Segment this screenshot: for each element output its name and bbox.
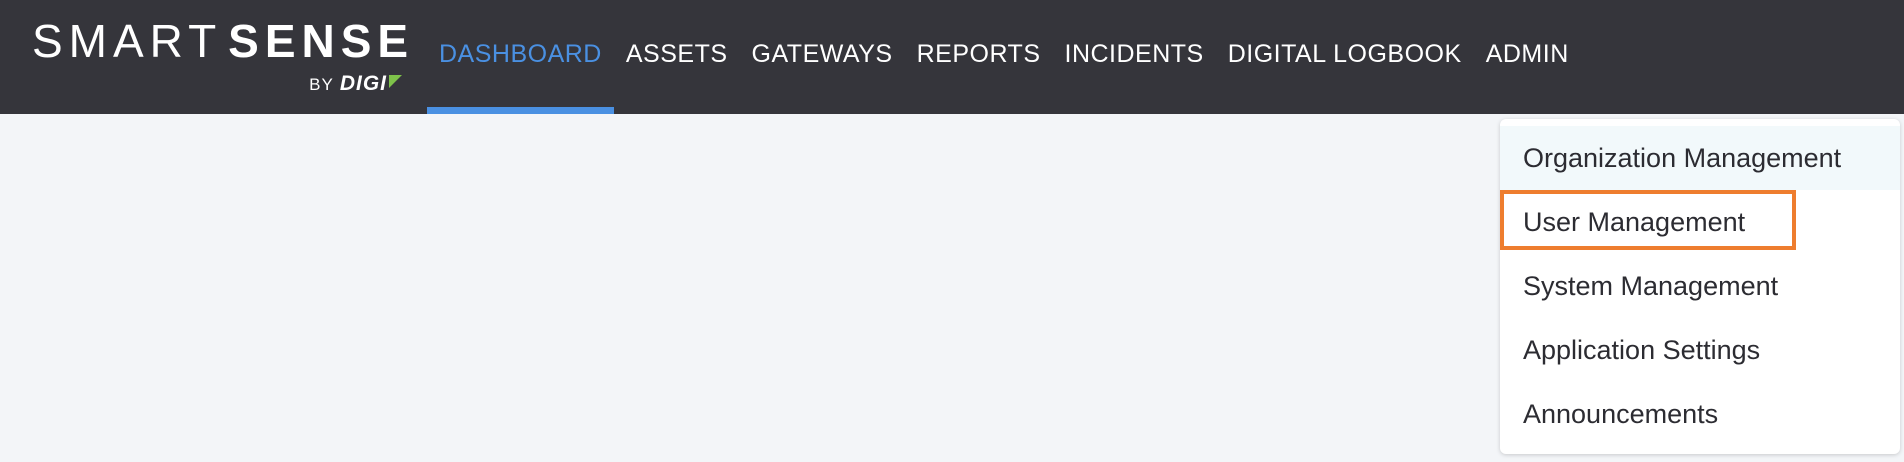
nav-item-admin[interactable]: ADMIN — [1474, 0, 1581, 108]
main-nav: DASHBOARD ASSETS GATEWAYS REPORTS INCIDE… — [427, 0, 1581, 114]
nav-item-gateways[interactable]: GATEWAYS — [740, 0, 905, 108]
logo-smart-text: SMART — [32, 15, 223, 67]
menu-item-announcements[interactable]: Announcements — [1500, 382, 1900, 446]
nav-item-dashboard[interactable]: DASHBOARD — [427, 0, 614, 114]
nav-item-label: ASSETS — [625, 39, 728, 68]
logo-digi-text: DIGI — [339, 72, 387, 95]
nav-item-label: ADMIN — [1485, 39, 1569, 68]
logo-by-text: BY — [309, 75, 334, 94]
menu-item-organization-management[interactable]: Organization Management — [1500, 126, 1900, 190]
nav-item-label: GATEWAYS — [751, 39, 893, 68]
smartsense-logo[interactable]: SMART SENSE BY DIGI — [32, 14, 408, 104]
nav-item-digital-logbook[interactable]: DIGITAL LOGBOOK — [1216, 0, 1474, 108]
nav-item-label: REPORTS — [916, 39, 1041, 68]
logo-by-digi: BY DIGI — [309, 72, 402, 96]
menu-item-application-settings[interactable]: Application Settings — [1500, 318, 1900, 382]
nav-item-label: DASHBOARD — [439, 39, 602, 68]
nav-item-label: INCIDENTS — [1064, 39, 1204, 68]
logo-wordmark: SMART SENSE — [32, 16, 414, 66]
nav-item-reports[interactable]: REPORTS — [905, 0, 1053, 108]
nav-item-incidents[interactable]: INCIDENTS — [1053, 0, 1216, 108]
digi-mark-icon — [389, 75, 402, 88]
menu-item-user-management[interactable]: User Management — [1500, 190, 1900, 254]
menu-item-system-management[interactable]: System Management — [1500, 254, 1900, 318]
admin-dropdown-menu: Organization Management User Management … — [1500, 119, 1900, 454]
logo-sense-text: SENSE — [228, 15, 415, 67]
nav-item-assets[interactable]: ASSETS — [614, 0, 740, 108]
top-navigation-bar: SMART SENSE BY DIGI DASHBOARD ASSETS GATEW… — [0, 0, 1904, 114]
nav-item-label: DIGITAL LOGBOOK — [1227, 39, 1462, 68]
